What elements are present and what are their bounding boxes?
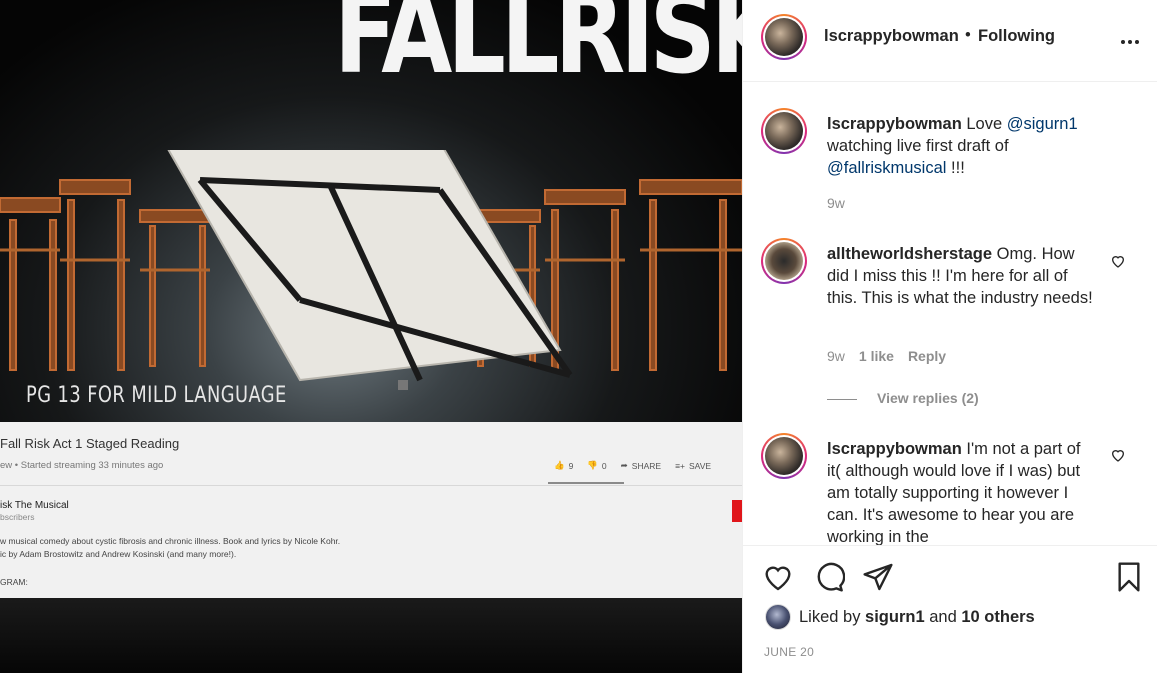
comment-icon[interactable]	[813, 561, 845, 593]
likes-count-link[interactable]: 10 others	[961, 608, 1034, 626]
save-icon: ≡+ SAVE	[675, 460, 712, 471]
comment-timestamp: 9w	[827, 348, 845, 364]
separator: •	[965, 26, 971, 44]
thumbs-down-icon: 👎 0	[587, 460, 607, 471]
like-comment-heart-icon[interactable]	[1110, 253, 1126, 269]
liked-by-text: Liked by sigurn1 and 10 others	[799, 608, 1035, 626]
divider	[827, 399, 857, 400]
like-heart-icon[interactable]	[762, 561, 794, 593]
post-date[interactable]: JUNE 20	[764, 645, 814, 659]
post-photo[interactable]: FALLRISK PG 13 FOR MILD LANGUAGE Fall Ri…	[0, 0, 742, 673]
avatar[interactable]	[761, 433, 807, 479]
comments-list[interactable]: lscrappybowman Love @sigurn1 watching li…	[743, 83, 1157, 545]
reply-button[interactable]: Reply	[908, 348, 946, 364]
video-description-line: ic by Adam Brostowitz and Andrew Kosinsk…	[0, 549, 237, 559]
post-actions: Liked by sigurn1 and 10 others JUNE 20	[743, 545, 1157, 673]
thumbs-up-icon: 👍 9	[554, 460, 574, 471]
post-author-username[interactable]: lscrappybowman	[824, 27, 959, 46]
bookmark-icon[interactable]	[1113, 561, 1145, 593]
share-icon: ➦ SHARE	[620, 460, 662, 471]
comment-meta: 9w 1 like Reply	[827, 348, 960, 364]
avatar[interactable]	[761, 14, 807, 60]
post-details-panel: lscrappybowman • Following lscrappybowma…	[742, 0, 1157, 673]
following-button[interactable]: Following	[978, 27, 1055, 46]
avatar[interactable]	[761, 238, 807, 284]
video-page: Fall Risk Act 1 Staged Reading ew • Star…	[0, 422, 742, 598]
comment-text: lscrappybowman I'm not a part of it( alt…	[827, 440, 1081, 545]
like-comment-heart-icon[interactable]	[1110, 447, 1126, 463]
share-icon[interactable]	[862, 561, 894, 593]
divider	[0, 485, 742, 486]
caption: lscrappybowman Love @sigurn1 watching li…	[827, 115, 1078, 177]
mention-link[interactable]: @fallriskmusical	[827, 159, 946, 177]
comment-username[interactable]: alltheworldsherstage	[827, 245, 992, 263]
video-title: Fall Risk Act 1 Staged Reading	[0, 436, 180, 451]
subscribe-button	[732, 500, 742, 522]
comment-likes[interactable]: 1 like	[859, 348, 894, 364]
video-actions: 👍 9 👎 0 ➦ SHARE ≡+ SAVE	[554, 460, 711, 471]
post-header: lscrappybowman • Following	[743, 0, 1157, 82]
screen-bezel	[0, 598, 742, 673]
poster-title: FALLRISK	[334, 0, 742, 99]
video-subtitle: ew • Started streaming 33 minutes ago	[0, 460, 164, 471]
rating-text: PG 13 FOR MILD LANGUAGE	[26, 383, 287, 408]
mention-link[interactable]: @sigurn1	[1007, 115, 1078, 133]
comment-text: alltheworldsherstage Omg. How did I miss…	[827, 245, 1093, 307]
like-bar	[548, 482, 624, 484]
comment-username[interactable]: lscrappybowman	[827, 440, 962, 458]
more-options-icon[interactable]	[1120, 28, 1140, 51]
view-replies-button[interactable]: View replies (2)	[877, 390, 979, 406]
liker-username[interactable]: sigurn1	[865, 608, 925, 626]
video-description-line: GRAM:	[0, 577, 28, 587]
liker-avatar[interactable]	[765, 604, 791, 630]
chairs-graphic	[0, 150, 742, 390]
avatar[interactable]	[761, 108, 807, 154]
stage-scene: FALLRISK PG 13 FOR MILD LANGUAGE	[0, 0, 742, 422]
caption-username[interactable]: lscrappybowman	[827, 115, 962, 133]
video-description-line: w musical comedy about cystic fibrosis a…	[0, 536, 341, 546]
channel-name: isk The Musical	[0, 500, 69, 511]
channel-subscribers: bscribers	[0, 512, 35, 522]
caption-timestamp: 9w	[827, 195, 845, 211]
